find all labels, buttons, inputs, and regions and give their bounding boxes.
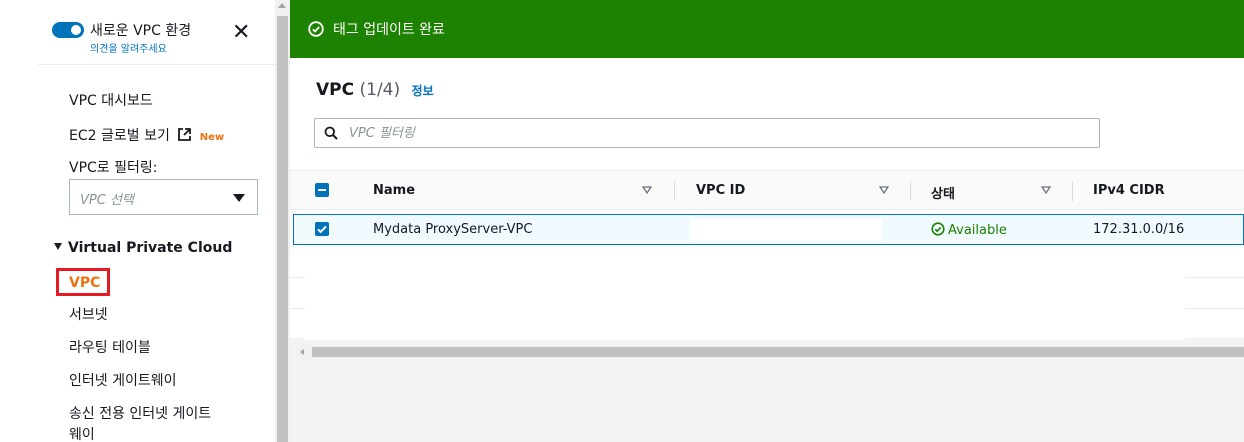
sidebar-divider: [38, 64, 275, 65]
filter-by-vpc-label: VPC로 필터링:: [69, 160, 158, 176]
sidebar-item-egress-only-igw-cont[interactable]: 웨이: [69, 424, 95, 442]
sidebar-item-subnets[interactable]: 서브넷: [69, 304, 108, 324]
column-separator: [1072, 181, 1073, 201]
row-checkbox[interactable]: [315, 222, 329, 236]
new-badge: New: [199, 132, 225, 143]
sidebar: 새로운 VPC 환경 의견을 알려주세요 ✕ VPC 대시보드 EC2 글로벌 …: [0, 0, 275, 442]
column-header-status[interactable]: 상태: [931, 183, 955, 202]
section-virtual-private-cloud[interactable]: Virtual Private Cloud: [54, 240, 232, 256]
main-content: 태그 업데이트 완료 VPC (1/4) 정보 Name VPC ID 상태: [290, 0, 1244, 442]
sort-icon[interactable]: [642, 185, 652, 195]
table-horizontal-scrollbar[interactable]: [298, 346, 1244, 358]
sidebar-item-egress-only-igw[interactable]: 송신 전용 인터넷 게이트: [69, 403, 211, 423]
success-flash-bar: 태그 업데이트 완료: [290, 0, 1244, 58]
panel-title-text: VPC: [316, 80, 355, 100]
panel-title: VPC (1/4) 정보: [316, 80, 434, 100]
toggle-title: 새로운 VPC 환경: [90, 23, 192, 39]
cell-ipv4-cidr: 172.31.0.0/16: [1093, 222, 1185, 237]
column-header-ipv4-cidr[interactable]: IPv4 CIDR: [1093, 183, 1165, 198]
cell-vpc-id[interactable]: [690, 219, 882, 241]
external-link-icon: [178, 128, 192, 141]
vpc-filter-placeholder: VPC 선택: [80, 193, 134, 208]
caret-down-icon: [54, 243, 62, 250]
column-separator: [910, 181, 911, 201]
column-header-vpc-id[interactable]: VPC ID: [696, 183, 745, 198]
caret-down-icon: [233, 194, 245, 202]
sidebar-item-label: EC2 글로벌 보기: [69, 128, 170, 144]
vpc-filter-input[interactable]: [349, 122, 1089, 144]
success-check-icon: [308, 21, 324, 37]
table-row[interactable]: Mydata ProxyServer-VPC Available 172.31.…: [293, 214, 1244, 245]
cell-name[interactable]: Mydata ProxyServer-VPC: [373, 222, 532, 237]
sidebar-item-vpc[interactable]: VPC: [56, 268, 110, 296]
available-check-icon: [931, 222, 945, 236]
new-vpc-experience-toggle[interactable]: [52, 22, 84, 38]
sidebar-item-internet-gateways[interactable]: 인터넷 게이트웨이: [69, 370, 177, 390]
selection-count: (1/4): [359, 80, 401, 100]
scroll-up-arrow-icon[interactable]: [278, 3, 286, 8]
sidebar-item-label: VPC: [69, 275, 101, 291]
scrollbar-thumb[interactable]: [277, 16, 288, 442]
sort-icon[interactable]: [879, 185, 889, 195]
sort-icon[interactable]: [1041, 185, 1051, 195]
status-text: Available: [948, 223, 1007, 238]
sidebar-scrollbar[interactable]: [275, 0, 290, 442]
scroll-left-arrow-icon[interactable]: [300, 349, 304, 355]
column-separator: [674, 181, 675, 201]
table-header: Name VPC ID 상태 IPv4 CIDR: [290, 170, 1244, 210]
section-title: Virtual Private Cloud: [68, 240, 233, 256]
table-empty-rows: [305, 248, 1185, 340]
sidebar-item-ec2-global-view[interactable]: EC2 글로벌 보기 New: [69, 125, 224, 145]
scrollbar-thumb[interactable]: [312, 347, 1244, 357]
close-icon[interactable]: ✕: [232, 22, 250, 44]
feedback-link[interactable]: 의견을 알려주세요: [90, 40, 167, 55]
info-link[interactable]: 정보: [412, 84, 434, 98]
sidebar-item-vpc-dashboard[interactable]: VPC 대시보드: [69, 90, 153, 110]
vpc-filter-box[interactable]: [314, 118, 1100, 148]
select-all-checkbox[interactable]: [315, 183, 329, 197]
search-icon: [324, 126, 338, 140]
cell-status: Available: [931, 222, 1007, 238]
vpc-table-panel: VPC (1/4) 정보 Name VPC ID 상태 IPv4 CIDR: [290, 58, 1244, 340]
vpc-filter-select[interactable]: VPC 선택: [69, 179, 258, 215]
sidebar-item-route-tables[interactable]: 라우팅 테이블: [69, 337, 151, 357]
column-header-name[interactable]: Name: [373, 183, 415, 198]
flash-message: 태그 업데이트 완료: [333, 22, 445, 38]
